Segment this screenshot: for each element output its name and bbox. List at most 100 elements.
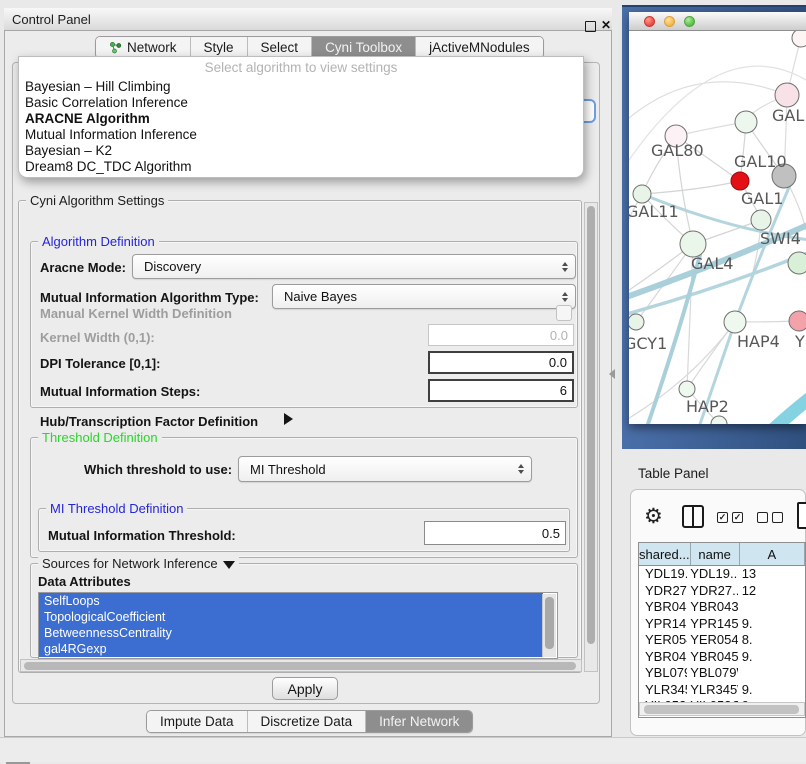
table-cell: YBR045C [639,649,687,666]
table-cell: YBR045C [687,649,737,666]
network-node[interactable] [792,31,806,47]
network-edge[interactable] [629,82,787,118]
network-node-hap2[interactable] [679,381,695,397]
table-row[interactable]: YER054CYER054C8. [639,632,805,649]
aracne-mode-combobox[interactable]: Discovery [132,254,576,279]
file-icon[interactable] [797,502,806,529]
which-threshold-combobox[interactable]: MI Threshold [238,456,532,482]
node-label: GAL1 [741,189,783,208]
unchecked-checkbox-icon[interactable] [772,512,783,523]
table-row[interactable]: YDR27...YDR27...12 [639,583,805,600]
mi-steps-label: Mutual Information Steps: [40,384,200,399]
scrollbar-thumb[interactable] [545,597,554,649]
column-header[interactable]: name [691,543,740,565]
network-node-gcy1[interactable] [629,314,644,330]
network-edge[interactable] [740,398,806,424]
mac-close-button[interactable] [644,16,655,27]
settings-horizontal-scrollbar[interactable] [20,659,582,672]
combobox-value: MI Threshold [250,462,326,477]
network-node-gal1[interactable] [731,172,749,190]
tab-style[interactable]: Style [191,37,248,58]
dpi-tolerance-field[interactable] [428,351,574,374]
attribute-list-item[interactable]: BetweennessCentrality [39,625,543,641]
network-canvas[interactable]: GALGAL80GAL10GAL1GAL11SWI4GAL4GCY1HAP4YH… [629,31,806,424]
node-label: GAL11 [629,202,679,221]
attribute-list-item[interactable]: SelfLoops [39,593,543,609]
manual-kernel-checkbox[interactable] [556,305,572,321]
network-node-gal[interactable] [775,83,799,107]
mi-threshold-label: Mutual Information Threshold: [48,528,236,543]
cyni-algorithm-settings-title: Cyni Algorithm Settings [26,193,168,208]
tab-infer-network[interactable]: Infer Network [366,711,472,732]
table-cell: YDL19... [687,566,737,583]
bottom-tabbar: Impute DataDiscretize Data Infer Network [146,710,473,733]
table-row[interactable]: YBR045CYBR045C9. [639,649,805,666]
collapse-arrow-icon[interactable] [223,561,235,569]
float-panel-icon[interactable] [585,21,596,32]
panel-splitter-arrow[interactable] [609,369,615,379]
network-node-y[interactable] [789,311,806,331]
columns-icon[interactable] [682,505,704,528]
checked-checkbox-icon[interactable]: ✓ [717,512,728,523]
node-label: GCY1 [629,334,667,353]
dropdown-option[interactable]: Dream8 DC_TDC Algorithm [19,159,583,175]
attribute-list-item[interactable]: gal4RGexp [39,641,543,657]
scrollbar-thumb[interactable] [587,206,595,644]
tab-impute-data[interactable]: Impute Data [147,711,248,732]
network-node[interactable] [788,252,806,274]
mac-zoom-button[interactable] [684,16,695,27]
network-edge[interactable] [642,181,740,194]
network-node-gal11[interactable] [633,185,651,203]
attribute-list-item[interactable]: TopologicalCoefficient [39,609,543,625]
network-node-hap4[interactable] [724,311,746,333]
settings-vertical-scrollbar[interactable] [584,202,598,672]
dropdown-option[interactable]: Bayesian – K2 [19,143,583,159]
tab-label: Cyni Toolbox [325,40,402,55]
table-row[interactable]: YLR345WYLR345W9. [639,682,805,699]
kernel-width-field[interactable] [428,324,574,346]
mac-minimize-button[interactable] [664,16,675,27]
dropdown-option[interactable]: ARACNE Algorithm [19,111,583,127]
close-panel-icon[interactable]: ✕ [601,18,611,32]
column-header[interactable]: A [740,543,805,565]
dropdown-option[interactable]: Bayesian – Hill Climbing [19,79,583,95]
scrollbar-thumb[interactable] [24,662,576,670]
node-label: Y [794,332,805,351]
kernel-width-label: Kernel Width (0,1): [40,330,155,345]
column-header[interactable]: shared... [639,543,691,565]
network-node-swi4[interactable] [751,210,771,230]
list-vertical-scrollbar[interactable] [542,594,556,657]
network-node-gal10[interactable] [735,111,757,133]
mi-steps-field[interactable] [428,379,574,402]
table-cell: YPR145W [687,616,737,633]
dropdown-option[interactable]: Basic Correlation Inference [19,95,583,111]
apply-button[interactable]: Apply [272,677,338,700]
scrollbar-thumb[interactable] [644,705,799,714]
aracne-mode-label: Aracne Mode: [40,260,126,275]
algorithm-dropdown-popup: Select algorithm to view settings Bayesi… [18,56,584,178]
table-row[interactable]: YDL19...YDL19...13 [639,566,805,583]
dpi-tolerance-label: DPI Tolerance [0,1]: [40,356,160,371]
tab-label: Infer Network [379,714,459,729]
mi-threshold-field[interactable] [424,521,566,545]
checked-checkbox-icon[interactable]: ✓ [732,512,743,523]
mi-algorithm-type-label: Mutual Information Algorithm Type: [40,290,259,305]
tab-select[interactable]: Select [248,37,313,58]
tab-discretize-data[interactable]: Discretize Data [248,711,367,732]
tab-jactivemnodules[interactable]: jActiveMNodules [416,37,543,58]
manual-kernel-label: Manual Kernel Width Definition [40,306,232,321]
tab-network[interactable]: Network [96,37,191,58]
expand-arrow-icon[interactable] [284,413,293,425]
data-attributes-list[interactable]: SelfLoopsTopologicalCoefficientBetweenne… [38,592,558,659]
unchecked-checkbox-icon[interactable] [757,512,768,523]
network-window-titlebar[interactable] [629,12,806,31]
table-horizontal-scrollbar[interactable] [639,702,805,716]
gear-icon[interactable]: ⚙ [644,504,663,528]
table-row[interactable]: YPR145WYPR145W9. [639,616,805,633]
mi-algorithm-type-combobox[interactable]: Naive Bayes [272,284,576,309]
table-row[interactable]: YBR043CYBR043C [639,599,805,616]
dropdown-option[interactable]: Mutual Information Inference [19,127,583,143]
tab-cyni-toolbox[interactable]: Cyni Toolbox [312,37,416,58]
table-row[interactable]: YBL079WYBL079W [639,665,805,682]
table-cell: YDR27... [639,583,687,600]
